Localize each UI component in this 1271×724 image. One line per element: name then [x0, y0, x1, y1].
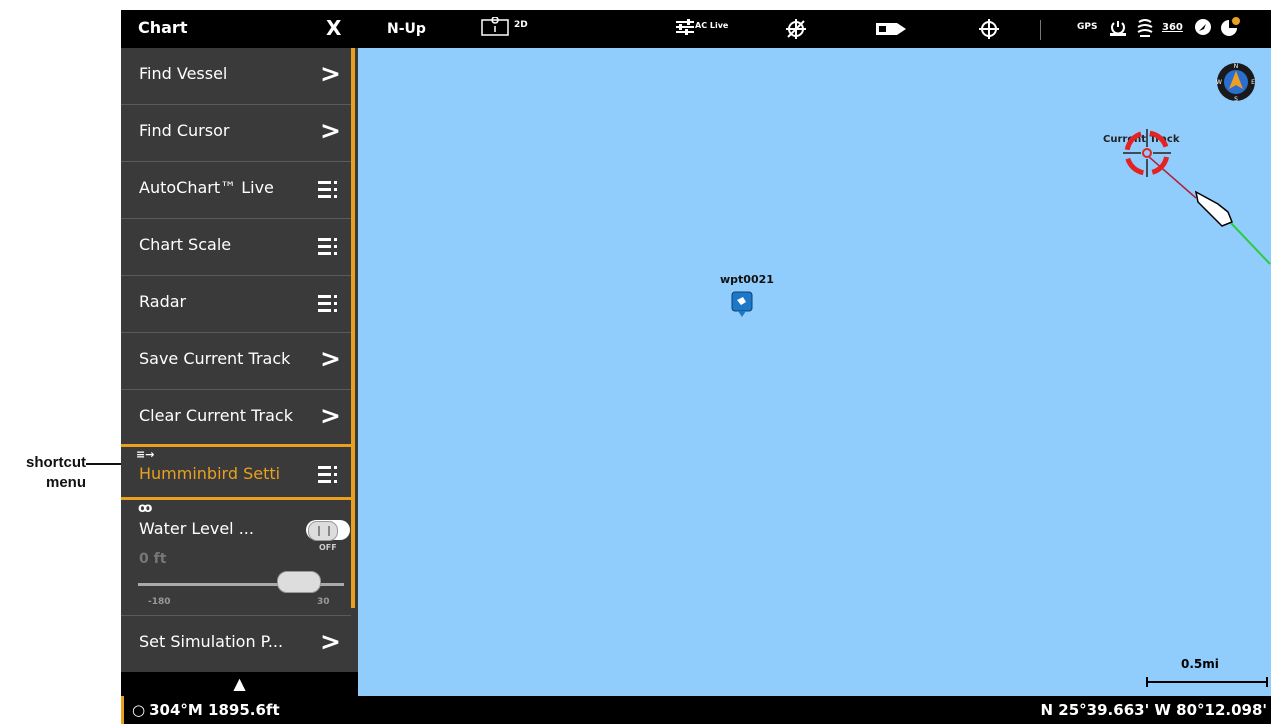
menu-item-autochart-live[interactable]: AutoChart™ Live: [121, 162, 351, 219]
shortcut-menu-annotation: shortcut menu: [0, 453, 86, 493]
gps-status[interactable]: GPS: [1077, 22, 1097, 32]
menu-item-radar[interactable]: Radar: [121, 276, 351, 333]
menu-item-label: Humminbird Setti: [139, 464, 281, 483]
close-menu-button[interactable]: X: [326, 16, 341, 40]
view-mode-label: 2D: [514, 20, 528, 30]
toggle-state-label: OFF: [319, 543, 337, 552]
orientation-button[interactable]: N-Up: [387, 21, 426, 37]
chevron-right-icon: >: [320, 344, 341, 373]
water-level-value: 0 ft: [139, 551, 167, 567]
scroll-up-button[interactable]: ▲: [121, 672, 358, 696]
bottom-status-bar: ○ 304°M 1895.6ft N 25°39.663' W 80°12.098…: [121, 696, 1271, 724]
annotation-line-2: menu: [45, 474, 86, 491]
link-icon: ꝏ: [138, 501, 153, 516]
position-readout: N 25°39.663' W 80°12.098': [1040, 701, 1267, 719]
sonar-layers-icon[interactable]: [1136, 18, 1154, 42]
menu-item-label: Clear Current Track: [139, 406, 293, 425]
svg-text:W: W: [1216, 79, 1222, 86]
slider-max-label: 30: [317, 597, 330, 607]
menu-title: Chart: [138, 18, 188, 37]
svg-text:S: S: [1234, 96, 1238, 102]
menu-item-label: AutoChart™ Live: [139, 178, 274, 197]
water-level-toggle[interactable]: [306, 520, 350, 541]
scale-bar-label: 0.5mi: [1181, 657, 1219, 671]
water-level-slider-handle[interactable]: [277, 571, 321, 593]
menu-scroll-indicator[interactable]: [351, 48, 355, 608]
power-sonar-icon[interactable]: [1108, 18, 1128, 42]
autochart-live-label: AC Live: [695, 21, 729, 30]
status-accent: [121, 696, 124, 724]
submenu-icon: [318, 465, 338, 483]
boat-icon: [1194, 190, 1233, 227]
crosshair-icon[interactable]: [978, 18, 1000, 44]
toolbar-separator: [1040, 20, 1041, 40]
menu-item-label: Save Current Track: [139, 349, 291, 368]
menu-item-save-current-track[interactable]: Save Current Track >: [121, 333, 351, 390]
heading-depth-value: 304°M 1895.6ft: [149, 701, 280, 719]
submenu-icon: [318, 237, 338, 255]
shortcut-arrow-icon: ≡→: [136, 448, 155, 461]
heading-depth-readout: ○ 304°M 1895.6ft: [132, 701, 280, 719]
navigation-off-icon[interactable]: [785, 18, 807, 44]
svg-text:N: N: [1234, 63, 1239, 70]
menu-item-water-level[interactable]: ꝏ Water Level ... OFF 0 ft -180 30: [121, 501, 351, 616]
chart-view-icon: [481, 16, 509, 36]
battery-boat-icon[interactable]: [875, 20, 907, 42]
svg-text:E: E: [1251, 79, 1255, 86]
chart-menu: Find Vessel > Find Cursor > AutoChart™ L…: [121, 48, 358, 673]
chart-map[interactable]: N S W E Current Track wpt0021 0.5mi: [358, 48, 1271, 696]
autochart-live-button[interactable]: AC Live: [675, 17, 728, 41]
sonar-360-status[interactable]: 360: [1162, 22, 1183, 33]
menu-item-label: Find Cursor: [139, 121, 230, 140]
view-mode-button[interactable]: 2D: [481, 16, 541, 43]
menu-item-find-cursor[interactable]: Find Cursor >: [121, 105, 351, 162]
chevron-right-icon: >: [320, 627, 341, 656]
menu-item-label: Radar: [139, 292, 187, 311]
menu-item-label: Chart Scale: [139, 235, 232, 254]
annotation-line-1: shortcut: [26, 454, 86, 471]
chevron-right-icon: >: [320, 401, 341, 430]
heading-icon: ○: [132, 701, 146, 719]
chevron-up-icon: ▲: [233, 674, 246, 693]
compass-status-icon[interactable]: [1194, 18, 1212, 40]
scale-bar: [1146, 677, 1268, 687]
submenu-icon: [318, 180, 338, 198]
menu-item-label: Set Simulation P...: [139, 632, 284, 651]
top-status-bar: Chart X N-Up 2D AC Live GPS 360: [121, 10, 1271, 48]
submenu-icon: [318, 294, 338, 312]
sliders-icon: [676, 19, 694, 35]
waypoint-pin-icon[interactable]: [731, 291, 753, 319]
chevron-right-icon: >: [320, 59, 341, 88]
toggle-knob: [308, 521, 338, 541]
cursor-target-icon: [1123, 129, 1171, 177]
menu-item-humminbird-settings[interactable]: ≡→ Humminbird Setti: [121, 444, 351, 500]
alarm-status-icon[interactable]: [1219, 16, 1241, 42]
slider-min-label: -180: [148, 597, 171, 607]
menu-item-label: Find Vessel: [139, 64, 228, 83]
compass-rose-icon[interactable]: N S W E: [1216, 62, 1256, 102]
menu-item-find-vessel[interactable]: Find Vessel >: [121, 48, 351, 105]
waypoint-label: wpt0021: [720, 273, 774, 286]
chevron-right-icon: >: [320, 116, 341, 145]
fish-finder-display: Chart X N-Up 2D AC Live GPS 360 Find Ves…: [121, 10, 1271, 724]
menu-item-clear-current-track[interactable]: Clear Current Track >: [121, 390, 351, 447]
water-level-label: Water Level ...: [139, 519, 254, 538]
menu-item-set-simulation-position[interactable]: Set Simulation P... >: [121, 616, 351, 673]
menu-item-chart-scale[interactable]: Chart Scale: [121, 219, 351, 276]
